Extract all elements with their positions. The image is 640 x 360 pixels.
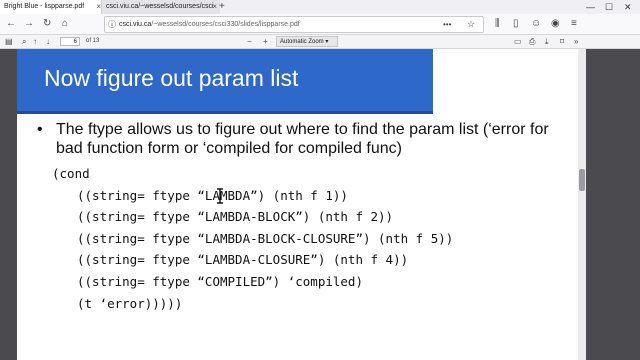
minimize-icon[interactable]: — [586, 0, 595, 14]
user-icon[interactable]: ☺ [531, 17, 541, 31]
url-text: csci.viu.ca/~wesselsd/courses/csci330/sl… [119, 21, 300, 28]
pdf-page: Now figure out param list • The ftype al… [17, 49, 581, 360]
tools-icon[interactable]: » [574, 35, 578, 48]
code-line: ((string= ftype “LAMBDA-BLOCK”) (nth f 2… [77, 209, 394, 224]
menu-icon[interactable]: ≡ [571, 17, 577, 31]
sidebar-toggle-icon[interactable]: ▤ [5, 35, 13, 48]
reload-button[interactable]: ↻ [43, 17, 51, 31]
bookmark-icon[interactable]: ⌑ [560, 35, 564, 48]
title-banner: Now figure out param list [17, 49, 433, 114]
bullet-text: The ftype allows us to figure out where … [56, 121, 549, 157]
tab-csci[interactable]: csci.viu.ca/~wesselsd/courses/csci × [101, 0, 220, 14]
print-icon[interactable]: ⎙ [529, 35, 535, 48]
code-line: ((string= ftype “LAMBDA-CLOSURE”) (nth f… [77, 252, 409, 267]
page-info-icon[interactable]: ⓘ [108, 17, 116, 32]
code-line: (cond [52, 166, 90, 181]
home-button[interactable]: ⌂ [62, 17, 68, 31]
tab-label: Bright Blue - lispparse.pdf [4, 3, 85, 10]
scrollbar-thumb[interactable] [579, 169, 585, 191]
close-window-icon[interactable]: ✕ [624, 0, 632, 14]
bullet-symbol: • [37, 121, 43, 138]
close-tab-icon[interactable]: × [212, 0, 217, 14]
code-line: ((string= ftype “LAMBDA”) (nth f 1)) [77, 188, 348, 203]
tab-lispparse[interactable]: Bright Blue - lispparse.pdf × [0, 0, 104, 14]
navigation-bar: ← → ↻ ⌂ ⓘ csci.viu.ca/~wesselsd/courses/… [0, 14, 640, 35]
extension-icon[interactable]: ◉ [551, 17, 560, 31]
vertical-scrollbar[interactable] [578, 49, 586, 360]
zoom-in-button[interactable]: + [263, 35, 268, 48]
pdf-toolbar: ▤ ⌕ ↑ ↓ 6 of 13 − + Automatic Zoom ▾ ▭ ⎙… [0, 35, 640, 49]
next-page-icon[interactable]: ↓ [46, 35, 50, 48]
save-icon[interactable]: ⤓ [545, 35, 549, 48]
back-button[interactable]: ← [6, 17, 16, 31]
zoom-select[interactable]: Automatic Zoom ▾ [276, 36, 338, 47]
maximize-icon[interactable]: ☐ [605, 0, 613, 14]
code-line: ((string= ftype “COMPILED”) ‘compiled) [77, 274, 363, 289]
previous-page-icon[interactable]: ↑ [33, 35, 37, 48]
forward-button[interactable]: → [24, 17, 34, 31]
text-cursor-icon [217, 188, 223, 204]
bookmark-star-icon[interactable]: ☆ [467, 17, 475, 32]
pdf-viewer[interactable]: Now figure out param list • The ftype al… [0, 49, 640, 360]
library-icon[interactable]: ⫼ [495, 17, 500, 31]
tab-bar: Bright Blue - lispparse.pdf × csci.viu.c… [0, 0, 640, 14]
slide-title: Now figure out param list [44, 65, 299, 91]
page-number-input[interactable]: 6 [60, 37, 80, 46]
sidebar-icon[interactable]: ▯ [513, 17, 519, 31]
new-tab-button[interactable]: + [219, 0, 225, 14]
code-line: (t ‘error))))) [77, 296, 183, 311]
code-line: ((string= ftype “LAMBDA-BLOCK-CLOSURE”) … [77, 231, 454, 246]
page-actions-button[interactable]: ••• [443, 17, 451, 32]
presentation-mode-icon[interactable]: ▭ [514, 35, 522, 48]
zoom-out-button[interactable]: − [247, 35, 252, 48]
address-bar[interactable]: ⓘ csci.viu.ca/~wesselsd/courses/csci330/… [104, 16, 484, 33]
page-total: of 13 [86, 38, 100, 44]
tab-label: csci.viu.ca/~wesselsd/courses/csci [106, 3, 214, 10]
find-icon[interactable]: ⌕ [22, 35, 26, 48]
